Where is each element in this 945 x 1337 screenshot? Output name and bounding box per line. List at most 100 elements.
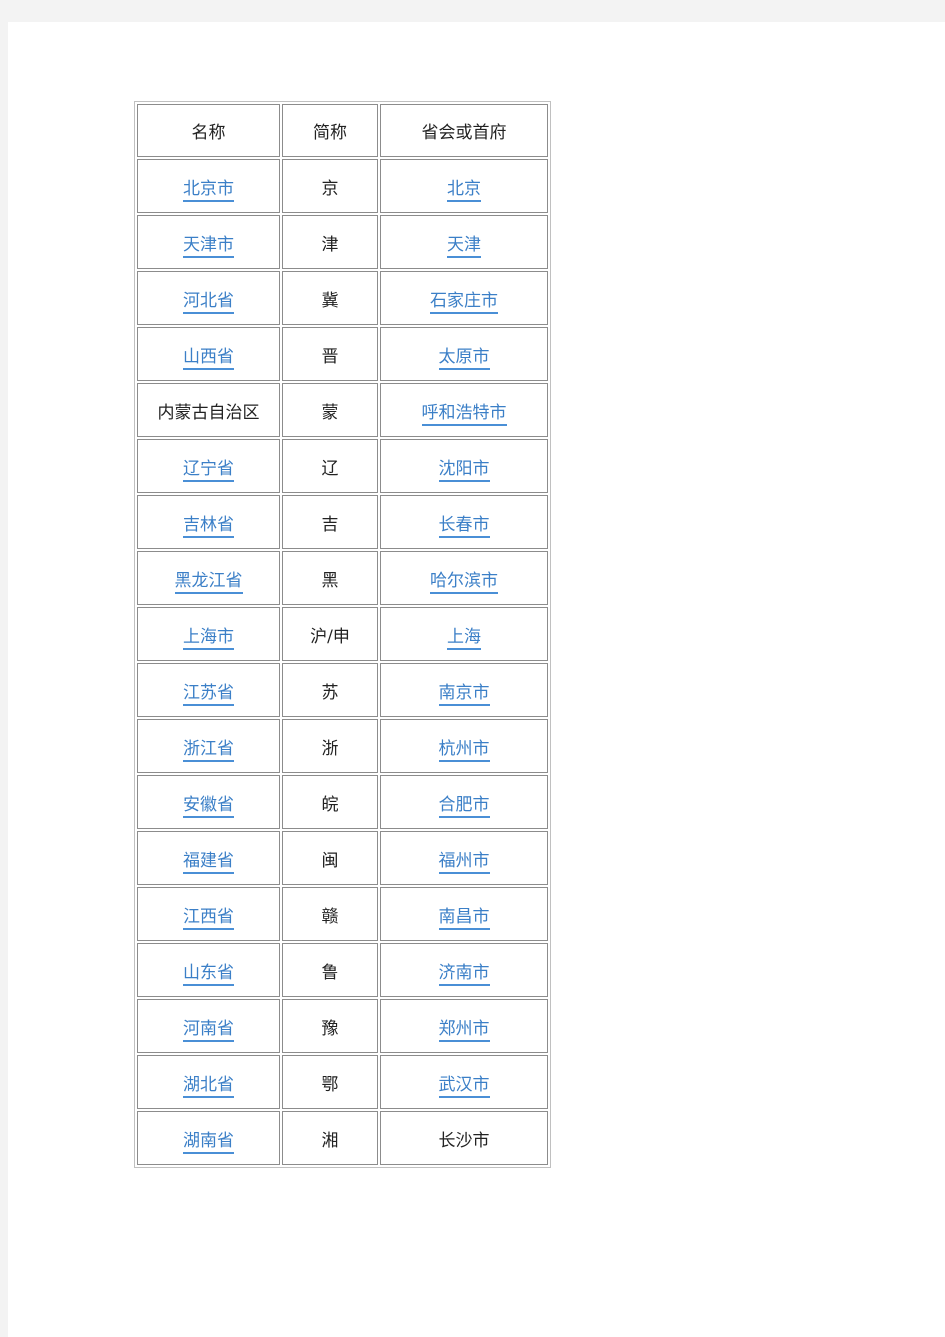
capital-cell: 太原市 xyxy=(380,327,548,381)
abbreviation-cell-text: 闽 xyxy=(321,850,339,871)
capital-cell-link[interactable]: 杭州市 xyxy=(438,738,490,762)
capital-cell-link[interactable]: 天津 xyxy=(447,234,481,258)
capital-cell-link[interactable]: 呼和浩特市 xyxy=(421,402,507,426)
region-name-cell-link[interactable]: 湖南省 xyxy=(183,1130,234,1154)
capital-cell: 南昌市 xyxy=(380,887,548,941)
region-name-cell-link[interactable]: 河北省 xyxy=(183,290,234,314)
capital-cell-link[interactable]: 太原市 xyxy=(438,346,490,370)
region-name-cell: 山西省 xyxy=(137,327,280,381)
region-name-cell-link[interactable]: 北京市 xyxy=(183,178,234,202)
capital-cell-link[interactable]: 武汉市 xyxy=(438,1074,490,1098)
capital-cell: 沈阳市 xyxy=(380,439,548,493)
table-row: 辽宁省 辽 沈阳市 xyxy=(137,439,548,493)
capital-cell: 武汉市 xyxy=(380,1055,548,1109)
abbreviation-cell-text: 京 xyxy=(321,178,339,199)
region-name-cell: 山东省 xyxy=(137,943,280,997)
capital-cell: 福州市 xyxy=(380,831,548,885)
abbreviation-cell: 辽 xyxy=(282,439,378,493)
region-name-cell: 黑龙江省 xyxy=(137,551,280,605)
abbreviation-cell-text: 冀 xyxy=(321,290,339,311)
abbreviation-cell-text: 皖 xyxy=(321,794,339,815)
capital-cell: 哈尔滨市 xyxy=(380,551,548,605)
abbreviation-cell: 津 xyxy=(282,215,378,269)
table-row: 吉林省 吉 长春市 xyxy=(137,495,548,549)
region-name-cell: 吉林省 xyxy=(137,495,280,549)
abbreviation-cell: 赣 xyxy=(282,887,378,941)
capital-cell: 长沙市 xyxy=(380,1111,548,1165)
region-name-cell-link[interactable]: 福建省 xyxy=(183,850,234,874)
capital-cell-link[interactable]: 郑州市 xyxy=(438,1018,490,1042)
abbreviation-cell-text: 苏 xyxy=(321,682,339,703)
abbreviation-cell-text: 浙 xyxy=(321,738,339,759)
region-name-cell: 安徽省 xyxy=(137,775,280,829)
abbreviation-cell: 蒙 xyxy=(282,383,378,437)
table-row: 内蒙古自治区 蒙 呼和浩特市 xyxy=(137,383,548,437)
abbreviation-cell: 鄂 xyxy=(282,1055,378,1109)
abbreviation-cell-text: 辽 xyxy=(321,458,339,479)
capital-cell-link[interactable]: 福州市 xyxy=(438,850,490,874)
abbreviation-cell-text: 鲁 xyxy=(321,962,339,983)
abbreviation-cell-text: 鄂 xyxy=(321,1074,339,1095)
region-name-cell-link[interactable]: 江苏省 xyxy=(183,682,234,706)
region-name-cell: 河南省 xyxy=(137,999,280,1053)
abbreviation-cell: 皖 xyxy=(282,775,378,829)
capital-cell-link[interactable]: 南京市 xyxy=(438,682,490,706)
region-name-cell-link[interactable]: 湖北省 xyxy=(183,1074,234,1098)
header-name: 名称 xyxy=(137,104,280,157)
abbreviation-cell: 吉 xyxy=(282,495,378,549)
capital-cell-link[interactable]: 哈尔滨市 xyxy=(430,570,498,594)
region-name-cell-link[interactable]: 上海市 xyxy=(183,626,234,650)
capital-cell: 天津 xyxy=(380,215,548,269)
header-abbreviation: 简称 xyxy=(282,104,378,157)
region-name-cell-link[interactable]: 江西省 xyxy=(183,906,234,930)
table-row: 湖南省 湘 长沙市 xyxy=(137,1111,548,1165)
region-name-cell-link[interactable]: 山西省 xyxy=(183,346,234,370)
abbreviation-cell-text: 豫 xyxy=(321,1018,339,1039)
region-name-cell-link[interactable]: 安徽省 xyxy=(183,794,234,818)
capital-cell: 长春市 xyxy=(380,495,548,549)
abbreviation-cell: 黑 xyxy=(282,551,378,605)
region-name-cell: 上海市 xyxy=(137,607,280,661)
abbreviation-cell-text: 湘 xyxy=(321,1130,339,1151)
abbreviation-cell-text: 黑 xyxy=(321,570,339,591)
region-name-cell-link[interactable]: 河南省 xyxy=(183,1018,234,1042)
capital-cell: 合肥市 xyxy=(380,775,548,829)
capital-cell-link[interactable]: 石家庄市 xyxy=(430,290,498,314)
region-name-cell-link[interactable]: 山东省 xyxy=(183,962,234,986)
table-row: 安徽省 皖 合肥市 xyxy=(137,775,548,829)
capital-cell-link[interactable]: 沈阳市 xyxy=(438,458,490,482)
table-row: 福建省 闽 福州市 xyxy=(137,831,548,885)
header-capital: 省会或首府 xyxy=(380,104,548,157)
capital-cell-link[interactable]: 上海 xyxy=(447,626,481,650)
region-name-cell: 辽宁省 xyxy=(137,439,280,493)
capital-cell-link[interactable]: 合肥市 xyxy=(438,794,490,818)
table-row: 浙江省 浙 杭州市 xyxy=(137,719,548,773)
capital-cell-link[interactable]: 长春市 xyxy=(438,514,490,538)
region-name-cell-link[interactable]: 黑龙江省 xyxy=(174,570,243,594)
capital-cell: 呼和浩特市 xyxy=(380,383,548,437)
capital-cell-link[interactable]: 北京 xyxy=(447,178,481,202)
abbreviation-cell: 京 xyxy=(282,159,378,213)
table-row: 山东省 鲁 济南市 xyxy=(137,943,548,997)
region-name-cell: 北京市 xyxy=(137,159,280,213)
abbreviation-cell: 豫 xyxy=(282,999,378,1053)
region-name-cell-link[interactable]: 吉林省 xyxy=(183,514,234,538)
table-row: 河北省 冀 石家庄市 xyxy=(137,271,548,325)
abbreviation-cell-text: 沪/申 xyxy=(310,626,350,647)
region-name-cell-link[interactable]: 辽宁省 xyxy=(183,458,234,482)
region-name-cell: 湖北省 xyxy=(137,1055,280,1109)
abbreviation-cell-text: 津 xyxy=(321,234,339,255)
abbreviation-cell: 苏 xyxy=(282,663,378,717)
region-name-cell-link[interactable]: 浙江省 xyxy=(183,738,234,762)
capital-cell: 郑州市 xyxy=(380,999,548,1053)
table-row: 河南省 豫 郑州市 xyxy=(137,999,548,1053)
region-name-cell: 内蒙古自治区 xyxy=(137,383,280,437)
region-name-cell-text: 内蒙古自治区 xyxy=(157,402,260,423)
capital-cell-link[interactable]: 南昌市 xyxy=(438,906,490,930)
region-name-cell-link[interactable]: 天津市 xyxy=(183,234,234,258)
capital-cell-link[interactable]: 济南市 xyxy=(438,962,490,986)
region-name-cell: 天津市 xyxy=(137,215,280,269)
province-table: 名称 简称 省会或首府 北京市 京 北京 天津市 津 天津 河北省 冀 石家庄市 山西省 晋 太原市内… xyxy=(134,101,551,1168)
region-name-cell: 江苏省 xyxy=(137,663,280,717)
capital-cell-text: 长沙市 xyxy=(438,1130,490,1151)
